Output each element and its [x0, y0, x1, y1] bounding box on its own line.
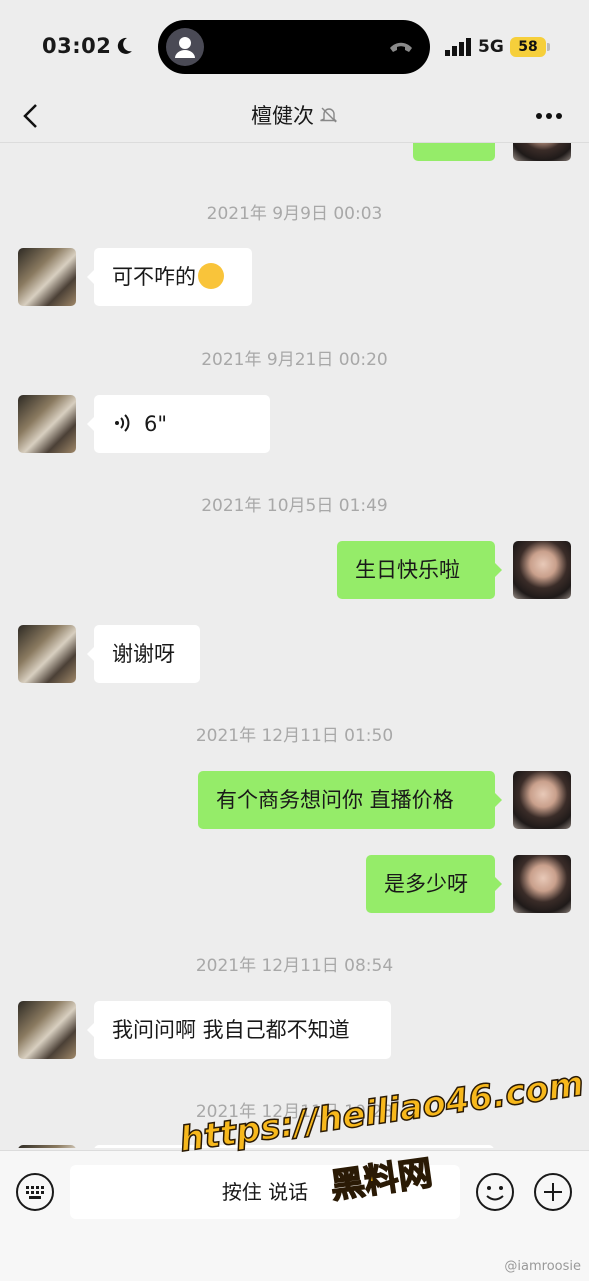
timestamp: 2021年 12月11日 08:54 [195, 956, 394, 976]
my-avatar[interactable] [513, 143, 571, 161]
contact-avatar[interactable] [18, 395, 76, 453]
caller-avatar-icon [166, 28, 204, 66]
keyboard-icon[interactable] [15, 1172, 55, 1212]
message-bubble[interactable]: 是多少呀 [366, 855, 502, 913]
message-list[interactable]: 2021年 9月9日 00:03 可不咋的 2021年 9月21日 00:20 … [0, 143, 589, 1148]
contact-avatar[interactable] [18, 625, 76, 683]
timestamp: 2021年 9月9日 00:03 [206, 204, 383, 224]
voice-icon [115, 414, 130, 432]
message-bubble-partial[interactable] [413, 143, 495, 161]
thinking-emoji-icon [198, 263, 224, 289]
contact-avatar[interactable] [18, 248, 76, 306]
chat-header: 檀健次 [0, 90, 589, 143]
emoji-icon[interactable] [475, 1172, 515, 1212]
status-time: 03:02 [42, 34, 112, 58]
battery-indicator: 58 [510, 37, 546, 57]
message-bubble[interactable]: 谢谢呀 [87, 625, 200, 683]
my-avatar[interactable] [513, 771, 571, 829]
my-avatar[interactable] [513, 855, 571, 913]
timestamp: 2021年 12月11日 01:50 [195, 726, 394, 746]
status-bar: 03:02 5G 58 [0, 0, 589, 90]
message-text: 可不咋的 [112, 265, 196, 289]
voice-message-bubble[interactable]: 6" [87, 395, 270, 453]
contact-avatar[interactable] [18, 1145, 76, 1148]
contact-name: 檀健次 [251, 104, 314, 128]
timestamp: 2021年 9月21日 00:20 [201, 350, 388, 370]
signal-icon [445, 38, 471, 56]
message-bubble[interactable]: 有个商务想问你 直播价格 [198, 771, 502, 829]
message-bubble[interactable]: 生日快乐啦 [337, 541, 502, 599]
phone-end-icon[interactable] [388, 36, 414, 58]
chat-title: 檀健次 [0, 100, 589, 130]
message-bubble-partial[interactable] [94, 1145, 494, 1148]
input-bar: 按住 说话 [0, 1150, 589, 1281]
contact-avatar[interactable] [18, 1001, 76, 1059]
weibo-handle: @iamroosie [504, 1259, 581, 1274]
message-bubble[interactable]: 可不咋的 [87, 248, 252, 306]
message-bubble[interactable]: 我问问啊 我自己都不知道 [87, 1001, 391, 1059]
voice-duration: 6" [144, 412, 168, 436]
plus-icon[interactable] [533, 1172, 573, 1212]
more-icon[interactable] [535, 112, 563, 120]
dynamic-island[interactable] [158, 20, 430, 74]
battery-tip [547, 43, 550, 51]
moon-icon [117, 37, 132, 54]
timestamp: 2021年 10月5日 01:49 [201, 496, 388, 516]
mute-bell-icon [320, 107, 338, 123]
network-type: 5G [478, 37, 504, 57]
my-avatar[interactable] [513, 541, 571, 599]
